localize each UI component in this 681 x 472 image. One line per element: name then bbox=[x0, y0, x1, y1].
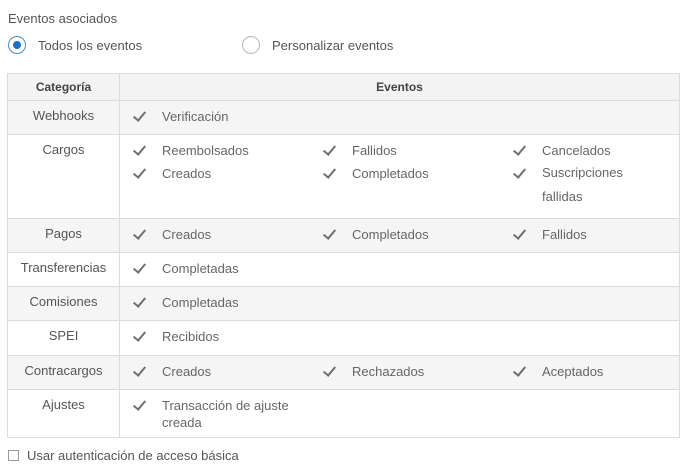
category-cell: Comisiones bbox=[7, 286, 120, 321]
checkmark-icon[interactable] bbox=[322, 227, 336, 241]
event-checkbox-item[interactable]: Rechazados bbox=[322, 363, 512, 380]
event-checkbox-item[interactable]: Fallidos bbox=[512, 226, 672, 243]
radio-custom-events-label: Personalizar eventos bbox=[272, 37, 394, 53]
table-row: Cargos Reembolsados Fallidos Cancelados Crea… bbox=[7, 134, 680, 219]
event-label: Creados bbox=[162, 227, 212, 242]
event-label: Fallidos bbox=[352, 143, 397, 158]
event-checkbox-item[interactable]: Verificación bbox=[132, 108, 322, 125]
event-checkbox-item[interactable]: Creados bbox=[132, 226, 322, 243]
basic-auth-checkbox[interactable] bbox=[8, 450, 19, 461]
checkmark-icon[interactable] bbox=[322, 166, 336, 180]
category-cell: Contracargos bbox=[7, 355, 120, 390]
event-label: Creados bbox=[162, 166, 212, 181]
events-cell: Creados Completados Fallidos bbox=[119, 218, 680, 253]
event-checkbox-item[interactable]: Recibidos bbox=[132, 328, 322, 345]
event-checkbox-item[interactable]: Suscripciones fallidas bbox=[512, 165, 672, 209]
basic-auth-label: Usar autenticación de acceso básica bbox=[27, 448, 239, 463]
events-grid: Completadas bbox=[132, 294, 679, 311]
table-row: Contracargos Creados Rechazados Aceptados bbox=[7, 355, 680, 390]
event-checkbox-item[interactable]: Creados bbox=[132, 165, 322, 209]
events-grid: Reembolsados Fallidos Cancelados Creados Com… bbox=[132, 142, 679, 209]
table-row: Webhooks Verificación bbox=[7, 100, 680, 135]
event-label: Fallidos bbox=[542, 227, 587, 242]
header-category: Categoría bbox=[7, 73, 120, 101]
event-label: Reembolsados bbox=[162, 143, 249, 158]
event-checkbox-item[interactable]: Fallidos bbox=[322, 142, 512, 159]
category-cell: Cargos bbox=[7, 134, 120, 219]
checkmark-icon[interactable] bbox=[132, 295, 146, 309]
event-label: Transacción de ajuste creada bbox=[162, 398, 289, 430]
event-checkbox-item[interactable]: Completadas bbox=[132, 294, 322, 311]
events-radio-group: Todos los eventos Personalizar eventos bbox=[8, 36, 608, 58]
category-cell: Ajustes bbox=[7, 389, 120, 438]
event-label: Creados bbox=[162, 364, 212, 379]
event-label: Completados bbox=[352, 227, 429, 242]
event-checkbox-item[interactable]: Aceptados bbox=[512, 363, 672, 380]
event-checkbox-item[interactable]: Completados bbox=[322, 226, 512, 243]
checkmark-icon[interactable] bbox=[322, 364, 336, 378]
event-checkbox-item[interactable]: Transacción de ajuste creada bbox=[132, 397, 322, 431]
event-label: Completadas bbox=[162, 295, 239, 310]
table-row: SPEI Recibidos bbox=[7, 320, 680, 356]
checkmark-icon[interactable] bbox=[512, 364, 526, 378]
events-cell: Recibidos bbox=[119, 320, 680, 356]
events-cell: Creados Rechazados Aceptados bbox=[119, 355, 680, 390]
event-label: Suscripciones fallidas bbox=[542, 165, 623, 204]
event-label: Verificación bbox=[162, 109, 229, 124]
category-cell: Transferencias bbox=[7, 252, 120, 287]
event-checkbox-item[interactable]: Creados bbox=[132, 363, 322, 380]
event-label: Aceptados bbox=[542, 364, 604, 379]
checkmark-icon[interactable] bbox=[512, 143, 526, 157]
checkmark-icon[interactable] bbox=[322, 143, 336, 157]
checkmark-icon[interactable] bbox=[132, 227, 146, 241]
table-row: Pagos Creados Completados Fallidos bbox=[7, 218, 680, 253]
table-row: Comisiones Completadas bbox=[7, 286, 680, 321]
event-label: Completados bbox=[352, 166, 429, 181]
radio-custom-events[interactable]: Personalizar eventos bbox=[242, 36, 393, 54]
table-row: Ajustes Transacción de ajuste creada bbox=[7, 389, 680, 438]
events-grid: Recibidos bbox=[132, 328, 679, 345]
event-label: Rechazados bbox=[352, 364, 425, 379]
event-checkbox-item[interactable]: Completadas bbox=[132, 260, 322, 277]
table-row: Transferencias Completadas bbox=[7, 252, 680, 287]
events-cell: Verificación bbox=[119, 100, 680, 135]
event-checkbox-item[interactable]: Reembolsados bbox=[132, 142, 322, 159]
checkmark-icon[interactable] bbox=[132, 364, 146, 378]
checkmark-icon[interactable] bbox=[132, 329, 146, 343]
category-cell: Webhooks bbox=[7, 100, 120, 135]
events-grid: Creados Completados Fallidos bbox=[132, 226, 679, 243]
checkmark-icon[interactable] bbox=[132, 261, 146, 275]
events-cell: Transacción de ajuste creada bbox=[119, 389, 680, 438]
section-title: Eventos asociados bbox=[8, 11, 118, 26]
checkmark-icon[interactable] bbox=[512, 227, 526, 241]
radio-all-events-label: Todos los eventos bbox=[38, 37, 143, 53]
radio-all-events[interactable]: Todos los eventos bbox=[8, 36, 142, 54]
category-cell: Pagos bbox=[7, 218, 120, 253]
table-header-row: Categoría Eventos bbox=[7, 73, 680, 101]
checkmark-icon[interactable] bbox=[132, 166, 146, 180]
events-grid: Verificación bbox=[132, 108, 679, 125]
events-grid: Creados Rechazados Aceptados bbox=[132, 363, 679, 380]
event-label: Completadas bbox=[162, 261, 239, 276]
event-label: Recibidos bbox=[162, 329, 220, 344]
events-grid: Transacción de ajuste creada bbox=[132, 397, 679, 431]
event-label: Cancelados bbox=[542, 143, 611, 158]
events-cell: Reembolsados Fallidos Cancelados Creados Com… bbox=[119, 134, 680, 219]
checkmark-icon[interactable] bbox=[132, 109, 146, 123]
events-table: Categoría Eventos Webhooks Verificación Ca… bbox=[7, 73, 680, 438]
checkmark-icon[interactable] bbox=[132, 398, 146, 412]
events-cell: Completadas bbox=[119, 252, 680, 287]
basic-auth-option[interactable]: Usar autenticación de acceso básica bbox=[8, 448, 239, 463]
checkmark-icon[interactable] bbox=[132, 143, 146, 157]
header-events: Eventos bbox=[119, 73, 680, 101]
event-checkbox-item[interactable]: Completados bbox=[322, 165, 512, 209]
category-cell: SPEI bbox=[7, 320, 120, 356]
events-cell: Completadas bbox=[119, 286, 680, 321]
events-grid: Completadas bbox=[132, 260, 679, 277]
radio-selected-icon[interactable] bbox=[8, 36, 26, 54]
checkmark-icon[interactable] bbox=[512, 166, 526, 180]
event-checkbox-item[interactable]: Cancelados bbox=[512, 142, 672, 159]
radio-unselected-icon[interactable] bbox=[242, 36, 260, 54]
